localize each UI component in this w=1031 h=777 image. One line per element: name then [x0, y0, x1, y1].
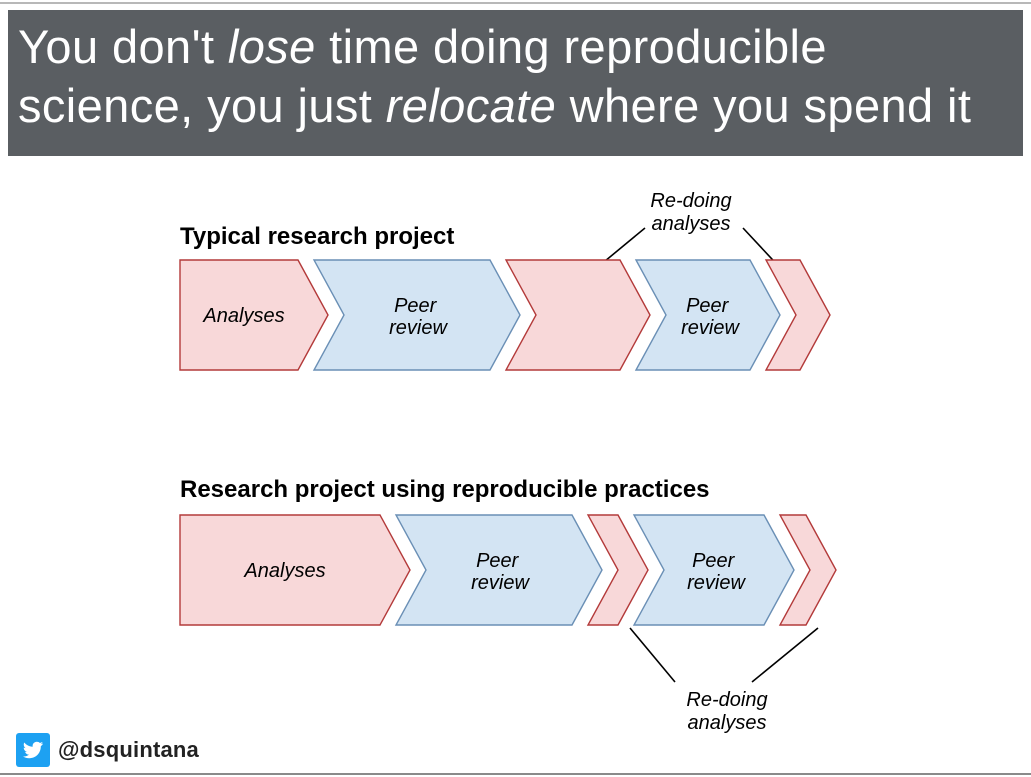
bottom-step-peer-review-2: Peer review [634, 515, 794, 625]
bottom-divider [0, 773, 1031, 775]
title-em1: lose [228, 20, 316, 73]
top-annotation-l1: Re-doing [650, 190, 731, 212]
bottom-annotation-l1: Re-doing [686, 689, 767, 711]
bottom-flow-diagram: Analyses Peer review Peer review [170, 475, 870, 715]
top-step-redoing-1 [506, 260, 650, 370]
top-step-analyses: Analyses [180, 260, 328, 370]
svg-text:Analyses: Analyses [243, 560, 325, 582]
twitter-handle: @dsquintana [58, 737, 199, 763]
bottom-annotation-l2: analyses [688, 712, 767, 734]
top-divider [0, 2, 1031, 4]
svg-text:Peer review: Peer review [681, 295, 740, 339]
svg-text:Peer review: Peer review [687, 550, 746, 594]
footer: @dsquintana [16, 733, 199, 767]
svg-text:Peer review: Peer review [471, 550, 530, 594]
top-step-peer-review-2: Peer review [636, 260, 780, 370]
bottom-step-analyses: Analyses [180, 515, 410, 625]
title-pre: You don't [18, 20, 228, 73]
bottom-step-peer-review-1: Peer review [396, 515, 602, 625]
svg-text:Analyses: Analyses [202, 305, 284, 327]
title-em2: relocate [386, 79, 556, 132]
bottom-annotation: Re-doing analyses [672, 689, 782, 735]
slide-title: You don't lose time doing reproducible s… [8, 10, 1023, 156]
twitter-icon [16, 733, 50, 767]
top-flow-diagram: Analyses Peer review Peer review [170, 215, 870, 415]
svg-text:Peer review: Peer review [389, 295, 448, 339]
top-step-peer-review-1: Peer review [314, 260, 520, 370]
title-post: where you spend it [556, 79, 971, 132]
